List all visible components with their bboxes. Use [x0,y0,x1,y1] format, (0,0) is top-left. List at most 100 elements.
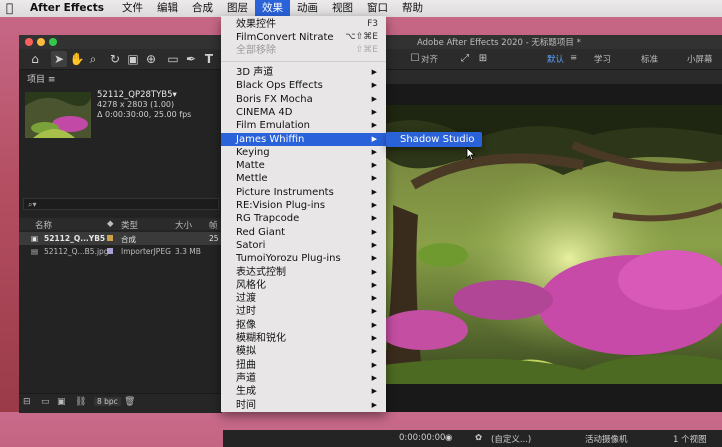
table-row[interactable]: ▣ 52112_Q...YB5 合成 25 [19,232,222,245]
column-name[interactable]: 名称 [35,219,52,231]
close-window-button[interactable] [25,38,33,46]
menu-composition[interactable]: 合成 [185,0,220,17]
menu-item-category[interactable]: 时间 ▶ [221,399,386,412]
menu-item-category[interactable]: Satori ▶ [221,239,386,252]
new-composition-icon[interactable]: ▣ [57,397,66,407]
hand-tool-icon[interactable]: ✋ [69,51,85,67]
pan-behind-tool-icon[interactable]: ⊕ [143,51,159,67]
submenu-arrow-icon: ▶ [371,68,377,76]
menu-item-label: Mettle [236,173,268,185]
panel-menu-icon[interactable]: ≡ [48,75,56,85]
pen-tool-icon[interactable]: ✒ [183,51,199,67]
label-column-icon[interactable]: ◆ [107,219,114,229]
menu-item-category[interactable]: 风格化 ▶ [221,279,386,292]
table-row[interactable]: ▤ 52112_Q...B5.jpg ImporterJPEG 3.3 MB [19,245,222,258]
workspace-learn[interactable]: 学习 [594,53,611,65]
submenu-arrow-icon: ▶ [371,81,377,90]
home-icon[interactable]: ⌂ [27,51,43,67]
interpret-footage-icon[interactable]: ⊟ [23,397,31,407]
workspace-menu-icon[interactable]: ≡ [570,53,577,63]
submenu-arrow-icon: ▶ [371,227,377,236]
menu-item-category[interactable]: 生成 ▶ [221,385,386,398]
views-select[interactable]: 1 个视图 [673,433,707,445]
menu-item-label: 效果控件 [236,19,276,30]
menu-item-category[interactable]: RG Trapcode ▶ [221,212,386,225]
camera-tool-icon[interactable]: ▣ [125,51,141,67]
menu-item-label: Red Giant [236,226,286,238]
menu-item-category[interactable]: 表达式控制 ▶ [221,266,386,279]
menu-item-label: RE:Vision Plug-ins [236,200,326,211]
label-swatch[interactable] [107,235,113,241]
color-channels-icon[interactable]: ✿ [475,433,482,443]
menu-view[interactable]: 视图 [325,0,360,17]
column-type[interactable]: 类型 [121,219,138,231]
submenu-arrow-icon: ▶ [371,307,377,316]
zoom-window-button[interactable] [49,38,57,46]
menu-app-name[interactable]: After Effects [23,0,111,17]
menu-item-category[interactable]: Black Ops Effects ▶ [221,79,386,92]
zoom-tool-icon[interactable]: ⌕ [85,51,101,67]
menu-item-category[interactable]: CINEMA 4D ▶ [221,106,386,119]
workspace-small-screen[interactable]: 小屏幕 [687,53,713,65]
rectangle-tool-icon[interactable]: ▭ [165,51,181,67]
menu-item-label: CINEMA 4D [236,106,293,118]
row-fps: 25 [209,234,219,243]
row-type: ImporterJPEG [121,247,171,256]
menu-item-category[interactable]: 3D 声道 ▶ [221,66,386,79]
view-mode-select[interactable]: (自定义...) [491,433,531,445]
menu-item-filmconvert-nitrate[interactable]: FilmConvert Nitrate ⌥⇧⌘E [221,31,386,44]
menu-item-category[interactable]: 扭曲 ▶ [221,359,386,372]
menu-animation[interactable]: 动画 [290,0,325,17]
flowchart-icon[interactable]: ⛓ [75,397,86,407]
menu-item-category[interactable]: 过时 ▶ [221,305,386,318]
project-search-input[interactable]: ⌕▾ [23,198,219,210]
menu-window[interactable]: 窗口 [360,0,395,17]
snapshot-icon[interactable]: ◉ [445,433,452,443]
grid-snap-icon[interactable]: ⊞ [475,51,491,67]
menu-item-category[interactable]: 过渡 ▶ [221,292,386,305]
menu-item-category[interactable]: Red Giant ▶ [221,226,386,239]
menu-item-category[interactable]: Boris FX Mocha ▶ [221,93,386,106]
align-label: 对齐 [421,55,439,65]
menu-effect[interactable]: 效果 [254,0,290,17]
submenu-arrow-icon: ▶ [371,387,377,396]
text-tool-icon[interactable]: T [201,51,217,67]
bpc-button[interactable]: 8 bpc [94,397,121,406]
rotate-tool-icon[interactable]: ↻ [107,51,123,67]
submenu-item-shadow-studio[interactable]: Shadow Studio [400,132,475,147]
submenu-arrow-icon: ▶ [371,294,377,303]
menu-item-category[interactable]: Mettle ▶ [221,172,386,185]
apple-icon[interactable]:  [6,2,19,15]
menu-item-category[interactable]: 抠像 ▶ [221,319,386,332]
item-name[interactable]: 52112_QP28TYB5▾ [97,90,191,100]
trash-icon[interactable]: 🗑 [124,397,135,407]
new-folder-icon[interactable]: ▭ [41,397,50,407]
menu-item-category[interactable]: Film Emulation ▶ [221,119,386,132]
menu-item-category[interactable]: 模糊和锐化 ▶ [221,332,386,345]
selection-tool-icon[interactable]: ➤ [51,51,67,67]
menu-item-category[interactable]: TumoiYorozu Plug-ins ▶ [221,252,386,265]
workspace-standard[interactable]: 标准 [641,53,658,65]
menu-edit[interactable]: 编辑 [150,0,185,17]
menu-item-category[interactable]: Keying ▶ [221,146,386,159]
menu-item-category[interactable]: 声道 ▶ [221,372,386,385]
menu-item-effect-controls[interactable]: 效果控件 F3 [221,18,386,31]
workspace-default[interactable]: 默认 [547,53,564,65]
menu-item-category[interactable]: RE:Vision Plug-ins ▶ [221,199,386,212]
timecode[interactable]: 0:00:00:00 [399,433,445,443]
menu-item-category[interactable]: James Whiffin ▶ [221,132,386,146]
menu-item-category[interactable]: 模拟 ▶ [221,345,386,358]
project-tab[interactable]: 项目 ≡ [27,72,55,85]
minimize-window-button[interactable] [37,38,45,46]
menu-file[interactable]: 文件 [115,0,150,17]
label-swatch[interactable] [107,248,113,254]
menu-help[interactable]: 帮助 [395,0,430,17]
menu-item-category[interactable]: Matte ▶ [221,159,386,172]
column-fps[interactable]: 帧 [209,219,218,231]
column-size[interactable]: 大小 [175,219,192,231]
snap-icon[interactable]: ⤢ [457,51,473,67]
james-whiffin-submenu: Shadow Studio [386,132,482,147]
camera-select[interactable]: 活动摄像机 [585,433,628,445]
menu-layer[interactable]: 图层 [220,0,255,17]
menu-item-category[interactable]: Picture Instruments ▶ [221,186,386,199]
